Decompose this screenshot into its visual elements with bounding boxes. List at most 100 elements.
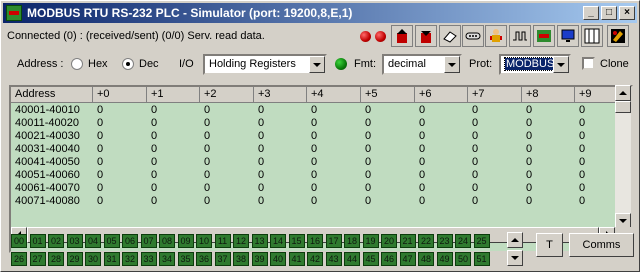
register-cell[interactable]: 0 xyxy=(415,104,425,116)
coil-indicator[interactable]: 05 xyxy=(103,234,120,248)
coil-indicator[interactable]: 23 xyxy=(436,234,453,248)
register-cell[interactable]: 0 xyxy=(254,130,264,142)
coils-up-button[interactable] xyxy=(507,232,523,248)
close-button[interactable]: × xyxy=(619,6,635,20)
register-cell[interactable]: 0 xyxy=(522,156,532,168)
coil-indicator[interactable]: 42 xyxy=(307,252,323,266)
row-address[interactable]: 40001-40010 xyxy=(11,104,80,116)
coil-indicator[interactable]: 50 xyxy=(455,252,471,266)
chevron-down-icon[interactable] xyxy=(309,56,325,73)
coil-indicator[interactable]: 16 xyxy=(307,234,323,248)
fmt-select[interactable]: decimal xyxy=(382,54,462,75)
register-cell[interactable]: 0 xyxy=(468,195,478,207)
register-cell[interactable]: 0 xyxy=(93,182,103,194)
scroll-thumb[interactable] xyxy=(615,101,631,113)
register-cell[interactable]: 0 xyxy=(147,182,157,194)
register-cell[interactable]: 0 xyxy=(522,130,532,142)
register-cell[interactable]: 0 xyxy=(200,143,210,155)
register-cell[interactable]: 0 xyxy=(361,195,371,207)
coil-indicator[interactable]: 20 xyxy=(381,234,397,248)
coils-down-button[interactable] xyxy=(507,250,523,266)
register-cell[interactable]: 0 xyxy=(307,195,317,207)
register-cell[interactable]: 0 xyxy=(468,130,478,142)
coil-indicator[interactable]: 24 xyxy=(455,234,471,248)
register-cell[interactable]: 0 xyxy=(575,143,585,155)
column-header-offset[interactable]: +5 xyxy=(361,87,415,103)
row-address[interactable]: 40011-40020 xyxy=(11,117,79,129)
column-header-offset[interactable]: +3 xyxy=(254,87,307,103)
register-cell[interactable]: 0 xyxy=(468,143,478,155)
dec-radio[interactable] xyxy=(122,58,134,70)
register-cell[interactable]: 0 xyxy=(307,156,317,168)
columns-icon[interactable] xyxy=(581,25,603,47)
register-cell[interactable]: 0 xyxy=(254,169,264,181)
minimize-button[interactable]: _ xyxy=(583,6,599,20)
coil-indicator[interactable]: 25 xyxy=(473,234,490,248)
register-cell[interactable]: 0 xyxy=(361,156,371,168)
title-bar[interactable]: MODBUS RTU RS-232 PLC - Simulator (port:… xyxy=(3,3,637,23)
prot-select[interactable]: MODBUS xyxy=(499,54,571,75)
upload-icon[interactable] xyxy=(391,25,413,47)
coil-indicator[interactable]: 19 xyxy=(362,234,379,248)
register-cell[interactable]: 0 xyxy=(522,195,532,207)
coil-indicator[interactable]: 00 xyxy=(11,234,27,248)
coil-indicator[interactable]: 22 xyxy=(418,234,434,248)
coil-indicator[interactable]: 13 xyxy=(251,234,268,248)
register-cell[interactable]: 0 xyxy=(93,143,103,155)
coil-indicator[interactable]: 30 xyxy=(85,252,101,266)
coil-indicator[interactable]: 14 xyxy=(270,234,286,248)
register-cell[interactable]: 0 xyxy=(575,117,585,129)
column-header-offset[interactable]: +2 xyxy=(200,87,254,103)
register-cell[interactable]: 0 xyxy=(361,143,371,155)
register-cell[interactable]: 0 xyxy=(361,169,371,181)
register-cell[interactable]: 0 xyxy=(200,169,210,181)
register-cell[interactable]: 0 xyxy=(522,104,532,116)
coil-indicator[interactable]: 45 xyxy=(362,252,379,266)
person-icon[interactable] xyxy=(485,25,507,47)
coil-indicator[interactable]: 43 xyxy=(325,252,342,266)
coil-indicator[interactable]: 03 xyxy=(66,234,83,248)
register-cell[interactable]: 0 xyxy=(307,130,317,142)
row-address[interactable]: 40031-40040 xyxy=(11,143,80,155)
register-cell[interactable]: 0 xyxy=(93,169,103,181)
io-select[interactable]: Holding Registers xyxy=(203,54,327,75)
coil-indicator[interactable]: 31 xyxy=(103,252,120,266)
coil-indicator[interactable]: 17 xyxy=(325,234,342,248)
coil-indicator[interactable]: 48 xyxy=(418,252,434,266)
coil-indicator[interactable]: 15 xyxy=(288,234,305,248)
coil-indicator[interactable]: 10 xyxy=(196,234,212,248)
t-button[interactable]: T xyxy=(536,233,563,257)
register-cell[interactable]: 0 xyxy=(200,117,210,129)
eraser-icon[interactable] xyxy=(439,25,461,47)
coil-indicator[interactable]: 08 xyxy=(159,234,175,248)
column-header-offset[interactable]: +4 xyxy=(307,87,361,103)
coil-indicator[interactable]: 40 xyxy=(270,252,286,266)
stop-icon[interactable] xyxy=(375,31,386,42)
register-cell[interactable]: 0 xyxy=(575,104,585,116)
register-cell[interactable]: 0 xyxy=(307,104,317,116)
register-cell[interactable]: 0 xyxy=(468,182,478,194)
register-cell[interactable]: 0 xyxy=(361,117,371,129)
register-cell[interactable]: 0 xyxy=(575,195,585,207)
register-cell[interactable]: 0 xyxy=(147,130,157,142)
register-cell[interactable]: 0 xyxy=(575,130,585,142)
serial-port-icon[interactable] xyxy=(462,25,484,47)
column-header-address[interactable]: Address xyxy=(11,87,93,103)
register-cell[interactable]: 0 xyxy=(575,182,585,194)
coil-indicator[interactable]: 37 xyxy=(214,252,231,266)
register-cell[interactable]: 0 xyxy=(200,195,210,207)
register-cell[interactable]: 0 xyxy=(468,156,478,168)
register-cell[interactable]: 0 xyxy=(522,182,532,194)
coil-indicator[interactable]: 51 xyxy=(473,252,490,266)
register-cell[interactable]: 0 xyxy=(468,104,478,116)
coil-indicator[interactable]: 04 xyxy=(85,234,101,248)
coil-indicator[interactable]: 27 xyxy=(29,252,46,266)
coil-indicator[interactable]: 21 xyxy=(399,234,416,248)
register-cell[interactable]: 0 xyxy=(575,156,585,168)
register-cell[interactable]: 0 xyxy=(307,169,317,181)
register-cell[interactable]: 0 xyxy=(415,130,425,142)
column-header-offset[interactable]: +7 xyxy=(468,87,522,103)
register-cell[interactable]: 0 xyxy=(415,156,425,168)
register-cell[interactable]: 0 xyxy=(200,130,210,142)
maximize-button[interactable]: □ xyxy=(601,6,617,20)
